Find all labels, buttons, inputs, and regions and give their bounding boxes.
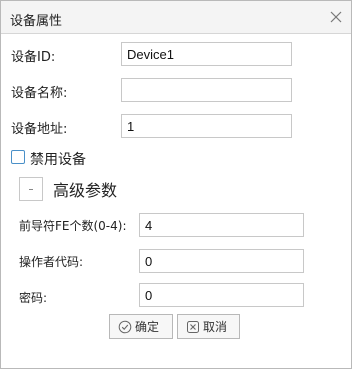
device-properties-dialog: 设备属性 设备ID: 设备名称: 设备地址: 禁用设备 高级参数 前导符FE个数… — [0, 0, 352, 369]
disable-device-label[interactable]: 禁用设备 — [30, 149, 86, 169]
advanced-params-title: 高级参数 — [53, 181, 118, 200]
title-bar: 设备属性 — [1, 1, 351, 34]
cancel-button-label: 取消 — [203, 320, 228, 334]
device-name-input[interactable] — [121, 78, 292, 102]
device-id-label: 设备ID: — [11, 50, 56, 65]
operator-code-input[interactable] — [139, 249, 304, 273]
password-label: 密码: — [19, 291, 48, 305]
dialog-title: 设备属性 — [10, 14, 63, 29]
disable-device-checkbox[interactable] — [11, 150, 25, 164]
fe-count-input[interactable] — [139, 213, 304, 237]
device-name-label: 设备名称: — [11, 86, 68, 101]
fe-count-label: 前导符FE个数(0-4): — [19, 219, 127, 233]
device-address-input[interactable] — [121, 114, 292, 138]
device-address-label: 设备地址: — [11, 122, 68, 137]
cancel-button[interactable]: 取消 — [177, 314, 240, 339]
x-square-icon — [187, 320, 199, 333]
close-icon[interactable] — [327, 8, 345, 26]
collapse-icon[interactable] — [19, 177, 43, 201]
ok-button-label: 确定 — [135, 320, 160, 334]
password-input[interactable] — [139, 283, 304, 307]
check-circle-icon — [118, 320, 132, 333]
device-id-input[interactable] — [121, 42, 292, 66]
ok-button[interactable]: 确定 — [109, 314, 173, 339]
operator-code-label: 操作者代码: — [19, 255, 84, 269]
